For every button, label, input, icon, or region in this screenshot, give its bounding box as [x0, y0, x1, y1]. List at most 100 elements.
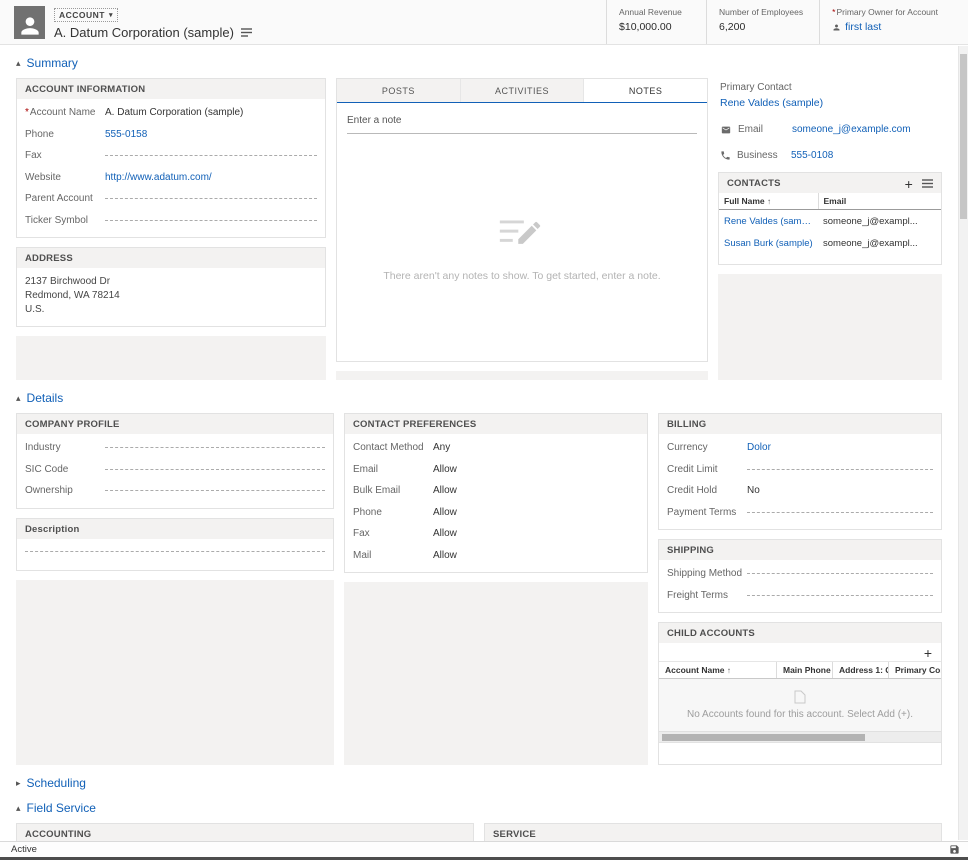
account-avatar[interactable]	[14, 6, 45, 39]
primary-contact-link[interactable]: Rene Valdes (sample)	[720, 97, 940, 109]
panel-body: Currency Dolor Credit Limit Credit Hold …	[659, 434, 941, 529]
section-scheduling-toggle[interactable]: ▸ Scheduling	[16, 776, 942, 790]
stat-value: $10,000.00	[619, 21, 690, 33]
field-value[interactable]: Any	[433, 442, 639, 453]
empty-field-value[interactable]	[747, 595, 933, 596]
column-address-city[interactable]: Address 1: City...	[833, 662, 889, 678]
field-value[interactable]: Allow	[433, 507, 639, 518]
field-fax-allow[interactable]: Fax Allow	[353, 523, 639, 545]
field-fax[interactable]: Fax	[25, 145, 317, 167]
currency-link[interactable]: Dolor	[747, 442, 933, 453]
empty-field-value[interactable]	[105, 220, 317, 221]
field-mail-allow[interactable]: Mail Allow	[353, 545, 639, 567]
field-value[interactable]: No	[747, 485, 933, 496]
stat-number-of-employees[interactable]: Number of Employees 6,200	[706, 0, 819, 44]
field-value[interactable]: A. Datum Corporation (sample)	[105, 107, 317, 118]
empty-field-value[interactable]	[105, 198, 317, 199]
primary-contact-phone-row[interactable]: Business 555-0108	[720, 150, 940, 161]
add-contact-button[interactable]: +	[905, 179, 913, 189]
empty-field-value[interactable]	[747, 469, 933, 470]
field-label: Credit Limit	[667, 464, 747, 475]
field-value[interactable]: Allow	[433, 528, 639, 539]
empty-field-value[interactable]	[105, 155, 317, 156]
field-value[interactable]: Allow	[433, 464, 639, 475]
contact-name-link[interactable]: Rene Valdes (sample)	[719, 210, 818, 233]
business-phone-link[interactable]: 555-0108	[791, 150, 833, 161]
summary-section: ACCOUNT INFORMATION *Account Name A. Dat…	[16, 78, 942, 380]
billing-panel: BILLING Currency Dolor Credit Limit Cred…	[658, 413, 942, 530]
field-website[interactable]: Website http://www.adatum.com/	[25, 167, 317, 189]
tab-posts[interactable]: POSTS	[337, 79, 461, 102]
contact-row[interactable]: Rene Valdes (sample) someone_j@exampl...	[719, 210, 941, 233]
tab-notes[interactable]: NOTES	[584, 79, 707, 102]
field-ownership[interactable]: Ownership	[25, 480, 325, 502]
panel-header: ADDRESS	[17, 248, 325, 268]
empty-area	[16, 336, 326, 380]
panel-title: ACCOUNTING	[25, 829, 91, 840]
field-currency[interactable]: Currency Dolor	[667, 437, 933, 459]
field-sic-code[interactable]: SIC Code	[25, 459, 325, 481]
field-parent-account[interactable]: Parent Account	[25, 188, 317, 210]
add-child-account-button[interactable]: +	[924, 648, 932, 658]
owner-link[interactable]: first last	[845, 21, 881, 33]
section-expanded-icon: ▴	[16, 803, 21, 814]
empty-field-value[interactable]	[105, 469, 325, 470]
field-value[interactable]: Allow	[433, 550, 639, 561]
field-payment-terms[interactable]: Payment Terms	[667, 502, 933, 524]
email-link[interactable]: someone_j@example.com	[792, 124, 911, 135]
column-account-name[interactable]: Account Name ↑	[659, 662, 777, 678]
column-full-name[interactable]: Full Name ↑	[719, 193, 818, 210]
field-contact-method[interactable]: Contact Method Any	[353, 437, 639, 459]
contacts-menu-icon[interactable]	[922, 179, 933, 188]
field-ticker-symbol[interactable]: Ticker Symbol	[25, 210, 317, 232]
field-phone-allow[interactable]: Phone Allow	[353, 502, 639, 524]
field-industry[interactable]: Industry	[25, 437, 325, 459]
scrollbar-thumb[interactable]	[662, 734, 865, 741]
contact-row[interactable]: Susan Burk (sample) someone_j@exampl...	[719, 232, 941, 254]
primary-contact-email-row[interactable]: Email someone_j@example.com	[720, 124, 940, 135]
empty-field-value[interactable]	[105, 490, 325, 491]
website-link[interactable]: http://www.adatum.com/	[105, 172, 317, 183]
account-form-page: ACCOUNT ▾ A. Datum Corporation (sample) …	[0, 0, 968, 860]
panel-title: CHILD ACCOUNTS	[667, 628, 755, 639]
field-value[interactable]: Allow	[433, 485, 639, 496]
column-primary-contact[interactable]: Primary Contact	[889, 662, 941, 678]
phone-link[interactable]: 555-0158	[105, 129, 317, 140]
field-email-allow[interactable]: Email Allow	[353, 459, 639, 481]
description-value[interactable]	[17, 539, 333, 570]
entity-type-selector[interactable]: ACCOUNT ▾	[54, 8, 118, 22]
empty-value-dash	[747, 469, 933, 470]
section-summary-toggle[interactable]: ▴ Summary	[16, 56, 942, 70]
horizontal-scrollbar[interactable]	[659, 731, 941, 742]
panel-title: Description	[25, 524, 79, 535]
panel-header: CONTACT PREFERENCES	[345, 414, 647, 434]
address-value[interactable]: 2137 Birchwood Dr Redmond, WA 78214 U.S.	[17, 268, 325, 326]
section-field-service-toggle[interactable]: ▴ Field Service	[16, 801, 942, 815]
person-icon	[17, 13, 43, 39]
stat-primary-owner[interactable]: *Primary Owner for Account first last	[819, 0, 954, 44]
tab-activities[interactable]: ACTIVITIES	[461, 79, 585, 102]
section-details-toggle[interactable]: ▴ Details	[16, 391, 942, 405]
empty-field-value[interactable]	[747, 512, 933, 513]
field-account-name[interactable]: *Account Name A. Datum Corporation (samp…	[25, 102, 317, 124]
column-email[interactable]: Email	[818, 193, 941, 210]
field-phone[interactable]: Phone 555-0158	[25, 124, 317, 146]
field-bulk-email-allow[interactable]: Bulk Email Allow	[353, 480, 639, 502]
note-input[interactable]: Enter a note	[347, 115, 697, 134]
field-freight-terms[interactable]: Freight Terms	[667, 585, 933, 607]
field-credit-hold[interactable]: Credit Hold No	[667, 480, 933, 502]
entity-type-label: ACCOUNT	[59, 10, 105, 20]
empty-field-value[interactable]	[105, 447, 325, 448]
field-credit-limit[interactable]: Credit Limit	[667, 459, 933, 481]
empty-field-value[interactable]	[747, 573, 933, 574]
scrollbar-thumb[interactable]	[960, 54, 967, 219]
save-status-icon[interactable]	[949, 844, 960, 855]
vertical-scrollbar[interactable]	[958, 46, 968, 840]
field-shipping-method[interactable]: Shipping Method	[667, 563, 933, 585]
notes-empty-message: There aren't any notes to show. To get s…	[383, 270, 660, 282]
panel-actions: +	[905, 179, 933, 189]
contact-name-link[interactable]: Susan Burk (sample)	[719, 232, 818, 254]
form-selector-icon[interactable]	[241, 28, 252, 37]
column-main-phone[interactable]: Main Phone	[777, 662, 833, 678]
stat-annual-revenue[interactable]: Annual Revenue $10,000.00	[606, 0, 706, 44]
